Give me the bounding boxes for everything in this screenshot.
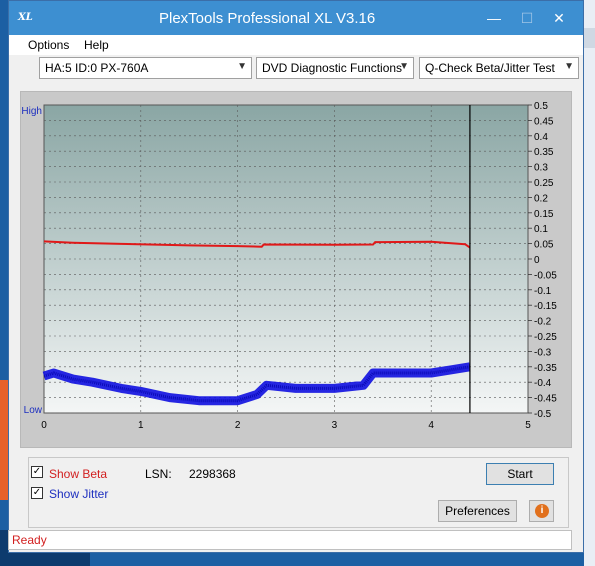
y-tick-label: 0.5 [534, 101, 548, 112]
drive-select[interactable]: HA:5 ID:0 PX-760A ▼ [39, 57, 252, 79]
minimize-button[interactable]: — [477, 7, 511, 29]
menu-options[interactable]: Options [28, 38, 69, 52]
background-window-edge [584, 28, 595, 48]
function-select[interactable]: DVD Diagnostic Functions ▼ [256, 57, 414, 79]
y-tick-label: -0.25 [534, 332, 557, 343]
axis-high-label: High [21, 106, 42, 117]
chart-canvas: 0.5 0.45 0.4 0.35 0.3 0.25 0.2 0.15 0.1 0.05 0 -0.0… [21, 101, 557, 431]
y-tick-label: -0.35 [534, 363, 557, 374]
status-text: Ready [12, 533, 47, 547]
lsn-label: LSN: [145, 467, 172, 481]
background-window-edge [584, 0, 595, 566]
show-jitter-checkbox[interactable]: ✓ [31, 487, 43, 499]
y-tick-label: 0.3 [534, 163, 548, 174]
x-tick-label: 5 [525, 420, 531, 431]
x-tick-label: 3 [332, 420, 338, 431]
chevron-down-icon: ▼ [399, 61, 409, 72]
show-jitter-label[interactable]: Show Jitter [49, 487, 108, 501]
preferences-button[interactable]: Preferences [438, 500, 517, 522]
y-tick-label: 0.4 [534, 132, 548, 143]
chevron-down-icon: ▼ [564, 61, 574, 72]
y-tick-label: 0.35 [534, 147, 554, 158]
start-button[interactable]: Start [486, 463, 554, 485]
x-tick-label: 1 [138, 420, 144, 431]
window-title: PlexTools Professional XL V3.16 [159, 10, 376, 27]
show-beta-checkbox[interactable]: ✓ [31, 466, 43, 478]
y-tick-label: -0.3 [534, 347, 552, 358]
function-select-value: DVD Diagnostic Functions [262, 61, 403, 75]
info-button[interactable]: i [529, 500, 554, 522]
y-tick-label: 0.2 [534, 193, 548, 204]
y-tick-label: -0.4 [534, 378, 552, 389]
y-tick-label: 0.15 [534, 209, 554, 220]
y-tick-label: -0.2 [534, 317, 552, 328]
y-tick-label: -0.05 [534, 270, 557, 281]
y-tick-label: -0.45 [534, 394, 557, 405]
menu-bar: Options Help [9, 35, 583, 55]
y-tick-label: -0.1 [534, 286, 552, 297]
y-tick-label: 0.25 [534, 178, 554, 189]
y-tick-label: 0.1 [534, 224, 548, 235]
lsn-value: 2298368 [189, 467, 236, 481]
title-bar[interactable]: XL PlexTools Professional XL V3.16 — ☐ ✕ [9, 1, 583, 35]
test-select-value: Q-Check Beta/Jitter Test [425, 61, 555, 75]
beta-jitter-chart: 0.5 0.45 0.4 0.35 0.3 0.25 0.2 0.15 0.1 0.05 0 -0.0… [20, 91, 572, 448]
y-tick-label: 0.45 [534, 116, 554, 127]
drive-select-value: HA:5 ID:0 PX-760A [45, 61, 149, 75]
y-tick-label: 0 [534, 255, 540, 266]
y-tick-label: -0.5 [534, 409, 552, 420]
axis-low-label: Low [24, 405, 43, 416]
x-tick-label: 0 [41, 420, 47, 431]
y-tick-label: 0.05 [534, 240, 554, 251]
y-tick-label: -0.15 [534, 301, 557, 312]
close-button[interactable]: ✕ [539, 7, 579, 29]
x-tick-label: 2 [235, 420, 241, 431]
test-select[interactable]: Q-Check Beta/Jitter Test ▼ [419, 57, 579, 79]
show-beta-label[interactable]: Show Beta [49, 467, 107, 481]
menu-help[interactable]: Help [84, 38, 109, 52]
status-bar: Ready [8, 530, 572, 550]
info-icon: i [535, 504, 549, 518]
app-logo-icon: XL [18, 12, 33, 23]
chevron-down-icon: ▼ [237, 61, 247, 72]
x-tick-label: 4 [428, 420, 434, 431]
